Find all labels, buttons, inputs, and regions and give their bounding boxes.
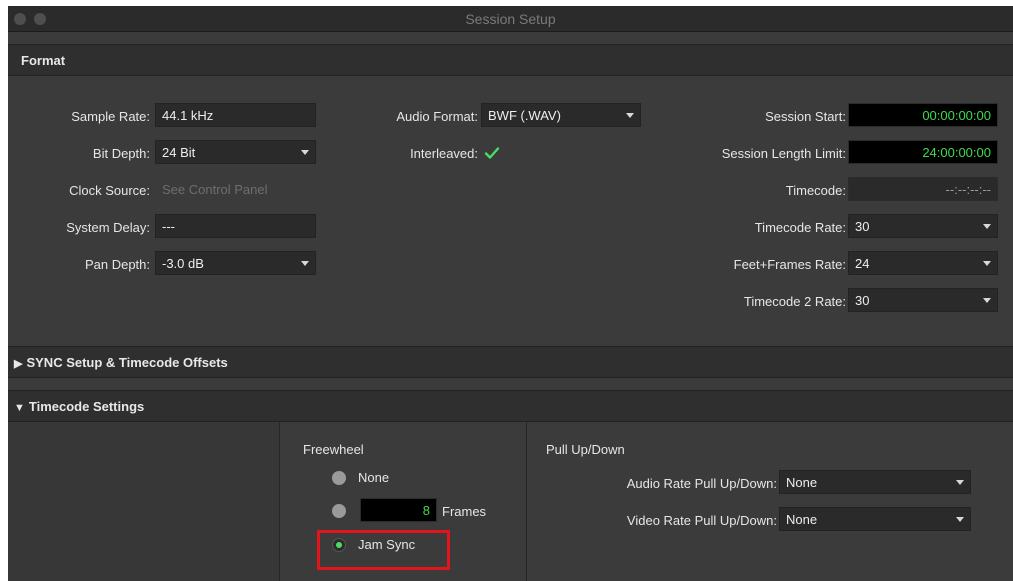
sample-rate-label: Sample Rate:	[71, 109, 150, 124]
video-rate-pull-label: Video Rate Pull Up/Down:	[626, 513, 777, 528]
chevron-down-icon	[956, 517, 964, 522]
chevron-down-icon	[301, 150, 309, 155]
session-length-limit-label: Session Length Limit:	[721, 146, 846, 161]
disclosure-down-icon[interactable]: ▼	[14, 402, 25, 414]
title-bar[interactable]: Session Setup	[8, 6, 1013, 32]
freewheel-frames-label: Frames	[442, 504, 487, 519]
audio-rate-pull-select[interactable]: None	[779, 470, 971, 494]
timecode-settings-section-header[interactable]: ▼ Timecode Settings	[8, 390, 1013, 422]
audio-format-select[interactable]: BWF (.WAV)	[481, 103, 641, 127]
freewheel-none-label: None	[358, 470, 390, 485]
system-delay-field: ---	[155, 214, 316, 238]
session-start-field[interactable]: 00:00:00:00	[848, 103, 998, 127]
window-title: Session Setup	[465, 11, 556, 27]
sample-rate-field: 44.1 kHz	[155, 103, 316, 127]
freewheel-label: Freewheel	[303, 442, 364, 457]
clock-source-value: See Control Panel	[162, 182, 268, 197]
audio-rate-pull-value: None	[786, 475, 818, 490]
video-rate-pull-value: None	[786, 512, 818, 527]
interleaved-checkmark-icon[interactable]	[484, 145, 500, 161]
interleaved-label: Interleaved:	[410, 146, 478, 161]
format-header-label: Format	[21, 53, 66, 68]
audio-format-label: Audio Format:	[396, 109, 478, 124]
timecode-rate-label: Timecode Rate:	[754, 220, 846, 235]
sync-header-label: SYNC Setup & Timecode Offsets	[26, 355, 228, 370]
chevron-down-icon	[956, 480, 964, 485]
pan-depth-label: Pan Depth:	[84, 257, 150, 272]
feet-frames-rate-label: Feet+Frames Rate:	[733, 257, 846, 272]
video-rate-pull-select[interactable]: None	[779, 507, 971, 531]
timecode-rate-select[interactable]: 30	[848, 214, 998, 238]
timecode2-rate-label: Timecode 2 Rate:	[743, 294, 846, 309]
format-section-header: Format	[8, 44, 1013, 76]
audio-format-value: BWF (.WAV)	[488, 108, 561, 123]
bit-depth-value: 24 Bit	[162, 145, 196, 160]
chevron-down-icon	[983, 261, 991, 266]
pull-up-down-label: Pull Up/Down	[546, 442, 625, 457]
timecode2-rate-select[interactable]: 30	[848, 288, 998, 312]
audio-rate-pull-label: Audio Rate Pull Up/Down:	[626, 476, 777, 491]
chevron-down-icon	[626, 113, 634, 118]
bit-depth-label: Bit Depth:	[92, 146, 150, 161]
chevron-down-icon	[983, 298, 991, 303]
freewheel-none-radio[interactable]	[332, 471, 346, 485]
chevron-down-icon	[301, 261, 309, 266]
timecode2-rate-value: 30	[855, 293, 870, 308]
session-setup-window: Session Setup Format Sample Rate: 44.1 k…	[8, 6, 1013, 581]
timecode-field: --:--:--:--	[848, 177, 998, 201]
sync-section-header[interactable]: ▶ SYNC Setup & Timecode Offsets	[8, 346, 1013, 378]
panel-divider	[526, 422, 527, 581]
bit-depth-select[interactable]: 24 Bit	[155, 140, 316, 164]
freewheel-frames-field[interactable]: 8	[360, 498, 437, 522]
timecode-rate-value: 30	[855, 219, 870, 234]
pan-depth-select[interactable]: -3.0 dB	[155, 251, 316, 275]
chevron-down-icon	[983, 224, 991, 229]
session-start-label: Session Start:	[765, 109, 846, 124]
disclosure-right-icon[interactable]: ▶	[14, 357, 22, 370]
freewheel-frames-radio[interactable]	[332, 504, 346, 518]
timecode-empty-panel	[8, 422, 279, 581]
timecode-settings-header-label: Timecode Settings	[28, 399, 145, 414]
feet-frames-rate-select[interactable]: 24	[848, 251, 998, 275]
panel-divider	[279, 422, 280, 581]
feet-frames-rate-value: 24	[855, 256, 870, 271]
pan-depth-value: -3.0 dB	[162, 256, 204, 271]
session-length-limit-field[interactable]: 24:00:00:00	[848, 140, 998, 164]
timecode-label: Timecode:	[785, 183, 846, 198]
system-delay-label: System Delay:	[66, 220, 150, 235]
clock-source-label: Clock Source:	[69, 183, 150, 198]
jam-sync-highlight-box	[317, 530, 450, 570]
